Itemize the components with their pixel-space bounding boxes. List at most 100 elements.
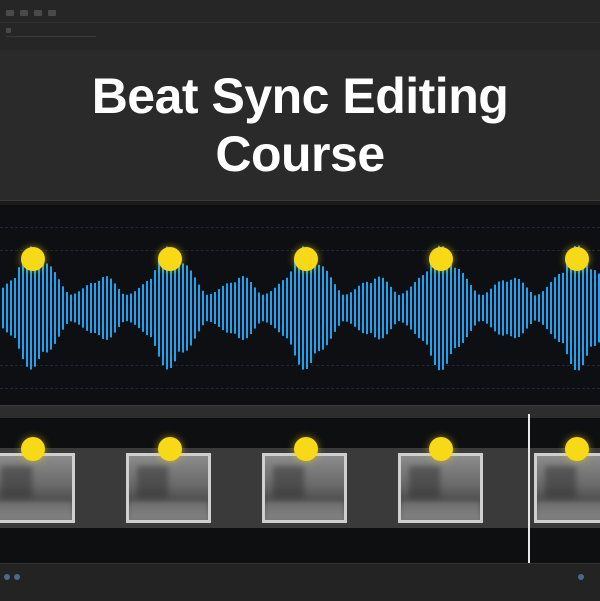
waveform-bar bbox=[54, 272, 56, 344]
waveform-bar bbox=[230, 282, 232, 334]
waveform-bar bbox=[490, 288, 492, 328]
waveform-bar bbox=[186, 265, 188, 351]
waveform-bar bbox=[218, 289, 220, 327]
waveform-bar bbox=[458, 269, 460, 347]
waveform-bar bbox=[426, 271, 428, 345]
video-track[interactable] bbox=[0, 418, 600, 563]
waveform-bar bbox=[126, 294, 128, 322]
waveform-bar bbox=[422, 275, 424, 341]
waveform-bar bbox=[250, 282, 252, 334]
toolbar-field[interactable] bbox=[6, 36, 96, 37]
waveform-bar bbox=[558, 273, 560, 343]
waveform-bar bbox=[326, 270, 328, 346]
waveform-bar bbox=[486, 292, 488, 324]
waveform-bar bbox=[534, 295, 536, 321]
tool-icon[interactable] bbox=[20, 10, 28, 16]
waveform-bar bbox=[414, 282, 416, 334]
waveform-bar bbox=[174, 254, 176, 362]
waveform-bar bbox=[38, 256, 40, 360]
waveform-bar bbox=[94, 282, 96, 334]
playhead[interactable] bbox=[528, 414, 530, 564]
waveform-bar bbox=[526, 287, 528, 329]
waveform-bar bbox=[66, 292, 68, 324]
waveform-bar bbox=[566, 261, 568, 355]
waveform-bar bbox=[286, 277, 288, 339]
waveform-bar bbox=[278, 283, 280, 333]
waveform-bar bbox=[282, 280, 284, 336]
beat-marker[interactable] bbox=[429, 247, 453, 271]
video-thumbnail[interactable] bbox=[534, 453, 600, 523]
track-separator bbox=[0, 405, 600, 419]
waveform-bar bbox=[322, 266, 324, 350]
waveform-bar bbox=[70, 294, 72, 322]
waveform-bar bbox=[294, 260, 296, 356]
video-thumbnail[interactable] bbox=[398, 453, 483, 523]
beat-marker[interactable] bbox=[294, 437, 318, 461]
waveform-bar bbox=[394, 291, 396, 325]
waveform-bar bbox=[270, 291, 272, 325]
video-thumbnail[interactable] bbox=[126, 453, 211, 523]
waveform-bar bbox=[6, 283, 8, 333]
beat-marker[interactable] bbox=[294, 247, 318, 271]
audio-waveform-track[interactable] bbox=[0, 205, 600, 405]
waveform-bar bbox=[114, 283, 116, 333]
audio-waveform bbox=[2, 245, 600, 371]
waveform-bar bbox=[102, 277, 104, 339]
waveform-bar bbox=[182, 263, 184, 353]
status-bar bbox=[0, 563, 600, 601]
beat-marker[interactable] bbox=[21, 247, 45, 271]
waveform-bar bbox=[254, 287, 256, 329]
waveform-bar bbox=[382, 277, 384, 339]
waveform-bar bbox=[342, 294, 344, 322]
waveform-bar bbox=[466, 278, 468, 338]
waveform-bar bbox=[234, 282, 236, 334]
waveform-bar bbox=[258, 292, 260, 324]
video-thumbnail[interactable] bbox=[262, 453, 347, 523]
waveform-bar bbox=[410, 286, 412, 330]
waveform-bar bbox=[386, 281, 388, 335]
waveform-bar bbox=[18, 267, 20, 349]
beat-marker[interactable] bbox=[21, 437, 45, 461]
waveform-bar bbox=[90, 283, 92, 333]
waveform-bar bbox=[110, 278, 112, 338]
small-icon[interactable] bbox=[6, 28, 11, 33]
waveform-bar bbox=[146, 280, 148, 336]
waveform-bar bbox=[330, 277, 332, 339]
menu-icon[interactable] bbox=[6, 10, 14, 16]
waveform-bar bbox=[118, 288, 120, 328]
waveform-bar bbox=[402, 293, 404, 323]
waveform-bar bbox=[506, 281, 508, 335]
waveform-bar bbox=[78, 291, 80, 325]
waveform-bar bbox=[358, 285, 360, 331]
waveform-bar bbox=[122, 293, 124, 323]
waveform-bar bbox=[198, 284, 200, 332]
waveform-bar bbox=[562, 272, 564, 344]
beat-marker[interactable] bbox=[429, 437, 453, 461]
waveform-bar bbox=[222, 285, 224, 331]
waveform-bar bbox=[502, 280, 504, 336]
waveform-bar bbox=[470, 285, 472, 331]
beat-marker[interactable] bbox=[565, 437, 589, 461]
waveform-bar bbox=[178, 264, 180, 352]
waveform-bar bbox=[354, 289, 356, 327]
beat-marker[interactable] bbox=[158, 437, 182, 461]
beat-marker[interactable] bbox=[158, 247, 182, 271]
editor-toolbar bbox=[0, 0, 600, 51]
waveform-bar bbox=[214, 291, 216, 325]
waveform-bar bbox=[10, 280, 12, 336]
tool-icon[interactable] bbox=[48, 10, 56, 16]
waveform-bar bbox=[378, 276, 380, 340]
status-icon bbox=[578, 574, 584, 580]
video-thumbnail[interactable] bbox=[0, 453, 75, 523]
page-title: Beat Sync Editing Course bbox=[40, 67, 560, 183]
waveform-bar bbox=[158, 259, 160, 357]
beat-marker[interactable] bbox=[565, 247, 589, 271]
waveform-bar bbox=[362, 282, 364, 334]
tool-icon[interactable] bbox=[34, 10, 42, 16]
waveform-bar bbox=[450, 261, 452, 355]
waveform-bar bbox=[418, 277, 420, 339]
title-line-2: Course bbox=[215, 126, 385, 182]
waveform-bar bbox=[514, 277, 516, 339]
waveform-bar bbox=[494, 284, 496, 332]
waveform-bar bbox=[542, 291, 544, 325]
